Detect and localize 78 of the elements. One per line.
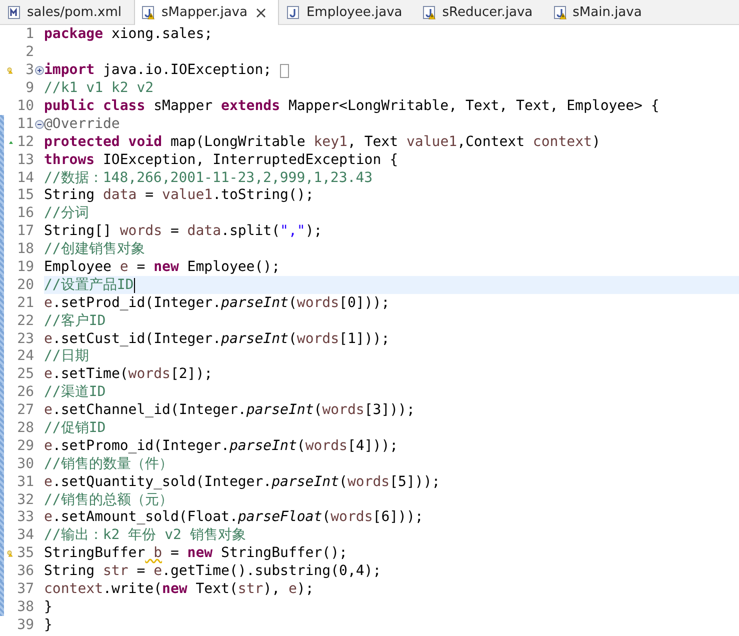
code-line: String str = e.getTime().substring(0,4); (44, 563, 382, 580)
line-number: 10 (16, 98, 34, 115)
override-triangle-icon[interactable] (9, 138, 13, 146)
text-cursor (134, 278, 135, 293)
line-number: 21 (16, 294, 34, 312)
file-tab[interactable]: sales/pom.xml (0, 0, 134, 24)
code-line: } (44, 616, 52, 634)
line-number: 16 (16, 205, 34, 222)
code-line: package xiong.sales; (44, 26, 213, 44)
code-line: //渠道ID (44, 384, 106, 402)
code-line: e.setQuantity_sold(Integer.parseInt(words[5])); (44, 474, 440, 491)
line-number: 39 (16, 616, 34, 634)
line-number: 22 (16, 312, 34, 330)
code-line: //输出：k2 年份 v2 销售对象 (44, 527, 246, 544)
line-number: 12 (16, 134, 34, 151)
line-number: 36 (16, 563, 34, 580)
folded-code-icon[interactable] (280, 64, 289, 78)
expand-icon[interactable] (34, 66, 44, 76)
code-line: e.setAmount_sold(Float.parseFloat(words[6])); (44, 509, 424, 526)
code-line: @Override (44, 116, 120, 133)
code-line: public class sMapper extends Mapper<LongWritable, Text, Text, Employee> { (44, 98, 660, 115)
line-number: 33 (16, 509, 34, 526)
code-line: //k1 v1 k2 v2 (44, 80, 154, 98)
line-number: 14 (16, 170, 34, 187)
code-line: throws IOException, InterruptedException { (44, 152, 398, 169)
line-number: 30 (16, 456, 34, 473)
code-line: //分词 (44, 205, 89, 222)
file-tab[interactable]: sMain.java (546, 0, 656, 24)
code-line: //日期 (44, 348, 89, 366)
line-number: 31 (16, 474, 34, 491)
line-number: 38 (16, 598, 34, 616)
code-line: String data = value1.toString(); (44, 187, 314, 204)
code-line: e.setTime(words[2]); (44, 366, 213, 384)
line-number: 20 (16, 276, 34, 294)
line-number: 2 (24, 44, 34, 62)
code-line: StringBuffer b = new StringBuffer(); (44, 545, 348, 562)
code-line: String[] words = data.split(","); (44, 223, 322, 240)
line-number: 28 (16, 420, 34, 438)
line-number: 23 (16, 330, 34, 348)
code-line: import java.io.IOException; (44, 62, 272, 80)
line-number: 18 (16, 241, 34, 258)
line-number: 32 (16, 492, 34, 509)
file-tab[interactable]: sMapper.java (134, 0, 280, 25)
collapse-icon[interactable] (34, 120, 44, 129)
code-line: //销售的总额（元） (44, 492, 173, 509)
line-number: 25 (16, 366, 34, 384)
code-line: protected void map(LongWritable key1, Text value1,Context context) (44, 134, 600, 151)
code-line: //促销ID (44, 420, 106, 438)
line-number: 3 (24, 62, 34, 80)
code-line: e.setPromo_id(Integer.parseInt(words[4])); (44, 438, 398, 455)
line-number: 34 (16, 527, 34, 544)
code-line: //设置产品ID (44, 276, 134, 294)
line-number: 1 (24, 26, 34, 44)
code-line: //数据：148,266,2001-11-23,2,999,1,23.43 (44, 170, 373, 187)
line-number: 27 (16, 402, 34, 420)
line-number: 37 (16, 581, 34, 598)
line-number: 17 (16, 223, 34, 240)
line-number: 24 (16, 348, 34, 366)
file-tab[interactable]: sReducer.java (415, 0, 546, 24)
code-line: //创建销售对象 (44, 241, 145, 258)
line-number: 15 (16, 187, 34, 204)
line-number: 9 (24, 80, 34, 98)
file-tab[interactable]: Employee.java (279, 0, 416, 24)
code-line: } (44, 598, 52, 616)
line-number: 13 (16, 152, 34, 169)
code-line: e.setChannel_id(Integer.parseInt(words[3])); (44, 402, 415, 420)
code-line: //客户ID (44, 312, 106, 330)
line-number: 19 (16, 259, 34, 276)
code-line: //销售的数量（件） (44, 456, 173, 473)
code-line: Employee e = new Employee(); (44, 259, 280, 276)
line-number: 26 (16, 384, 34, 402)
line-number: 11 (16, 116, 34, 133)
code-line: e.setCust_id(Integer.parseInt(words[1])); (44, 330, 390, 348)
code-line: e.setProd_id(Integer.parseInt(words[0])); (44, 294, 390, 312)
code-line: context.write(new Text(str), e); (44, 581, 314, 598)
line-number: 35 (16, 545, 34, 562)
line-number: 29 (16, 438, 34, 455)
close-icon[interactable] (256, 8, 266, 18)
